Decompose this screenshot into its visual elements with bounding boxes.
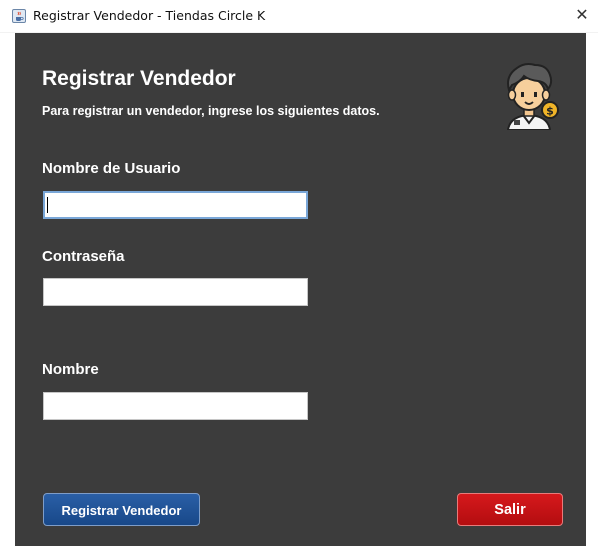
- name-label: Nombre: [42, 361, 99, 378]
- seller-avatar-icon: $: [506, 63, 559, 130]
- text-caret: [47, 197, 48, 213]
- name-input[interactable]: [43, 392, 308, 420]
- close-icon[interactable]: ✕: [571, 4, 593, 26]
- username-input[interactable]: [43, 191, 308, 219]
- password-label: Contraseña: [42, 248, 125, 265]
- exit-button[interactable]: Salir: [457, 493, 563, 526]
- page-subtitle: Para registrar un vendedor, ingrese los …: [42, 104, 380, 118]
- username-label: Nombre de Usuario: [42, 160, 181, 177]
- password-input[interactable]: [43, 278, 308, 306]
- page-title: Registrar Vendedor: [42, 67, 236, 90]
- java-cup-icon: [12, 9, 26, 23]
- window-titlebar: Registrar Vendedor - Tiendas Circle K ✕: [0, 0, 598, 33]
- register-seller-button[interactable]: Registrar Vendedor: [43, 493, 200, 526]
- window-title: Registrar Vendedor - Tiendas Circle K: [33, 8, 266, 23]
- svg-text:$: $: [546, 105, 554, 118]
